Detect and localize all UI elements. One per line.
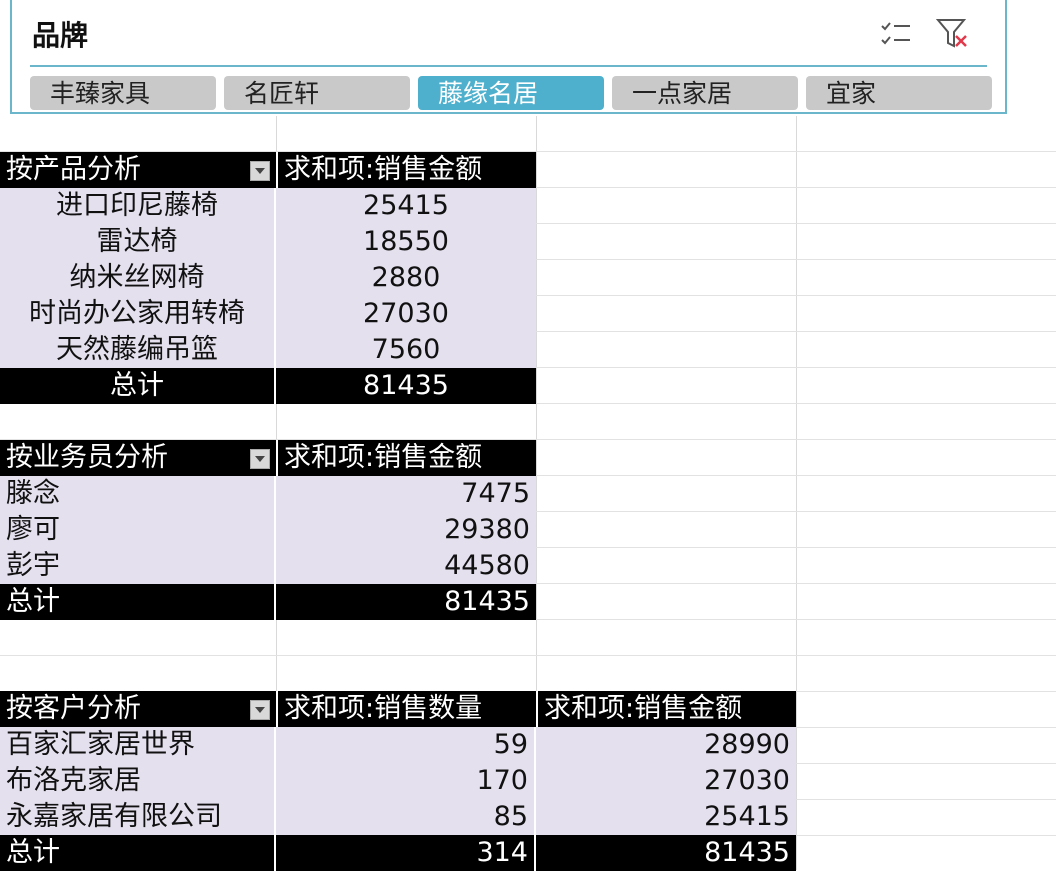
- row-value[interactable]: 28990: [536, 727, 796, 763]
- total-label[interactable]: 总计: [0, 368, 276, 404]
- value-field-header: 求和项:销售金额: [276, 440, 536, 476]
- total-label[interactable]: 总计: [0, 835, 276, 871]
- row-value[interactable]: 27030: [276, 296, 536, 332]
- table-row: 进口印尼藤椅 25415: [0, 188, 536, 224]
- total-value[interactable]: 81435: [536, 835, 796, 871]
- dropdown-arrow-icon[interactable]: [250, 449, 270, 469]
- row-field-header[interactable]: 按客户分析: [0, 691, 276, 727]
- row-field-label: 按业务员分析: [6, 442, 168, 473]
- slicer-item-yijia[interactable]: 宜家: [806, 76, 992, 110]
- row-value[interactable]: 2880: [276, 260, 536, 296]
- row-value[interactable]: 44580: [276, 548, 536, 584]
- clear-filter-icon[interactable]: [934, 16, 970, 52]
- pivot-header-row: 按客户分析 求和项:销售数量 求和项:销售金额: [0, 691, 796, 727]
- total-row: 总计 314 81435: [0, 835, 796, 871]
- multi-select-icon[interactable]: [878, 16, 914, 52]
- row-field-label: 按客户分析: [6, 693, 141, 724]
- slicer-item-fengzhen[interactable]: 丰臻家具: [30, 76, 216, 110]
- row-label[interactable]: 永嘉家居有限公司: [0, 799, 276, 835]
- row-label[interactable]: 彭宇: [0, 548, 276, 584]
- total-qty[interactable]: 314: [276, 835, 536, 871]
- row-label[interactable]: 天然藤编吊篮: [0, 332, 276, 368]
- table-row: 时尚办公家用转椅 27030: [0, 296, 536, 332]
- row-label[interactable]: 百家汇家居世界: [0, 727, 276, 763]
- table-row: 百家汇家居世界 59 28990: [0, 727, 796, 763]
- slicer-separator: [30, 65, 987, 67]
- qty-field-header: 求和项:销售数量: [276, 691, 536, 727]
- row-value[interactable]: 25415: [276, 188, 536, 224]
- row-value[interactable]: 7560: [276, 332, 536, 368]
- total-label[interactable]: 总计: [0, 584, 276, 620]
- row-label[interactable]: 时尚办公家用转椅: [0, 296, 276, 332]
- dropdown-arrow-icon[interactable]: [250, 700, 270, 720]
- row-value[interactable]: 25415: [536, 799, 796, 835]
- slicer-item-mingjiangxuan[interactable]: 名匠轩: [224, 76, 410, 110]
- row-label[interactable]: 进口印尼藤椅: [0, 188, 276, 224]
- row-value[interactable]: 7475: [276, 476, 536, 512]
- table-row: 雷达椅 18550: [0, 224, 536, 260]
- value-field-header: 求和项:销售金额: [536, 691, 796, 727]
- total-row: 总计 81435: [0, 368, 536, 404]
- row-label[interactable]: 滕念: [0, 476, 276, 512]
- row-value[interactable]: 27030: [536, 763, 796, 799]
- total-value[interactable]: 81435: [276, 368, 536, 404]
- total-row: 总计 81435: [0, 584, 536, 620]
- dropdown-arrow-icon[interactable]: [250, 161, 270, 181]
- row-field-header[interactable]: 按业务员分析: [0, 440, 276, 476]
- row-field-label: 按产品分析: [6, 154, 141, 185]
- slicer-title: 品牌: [32, 19, 89, 52]
- row-qty[interactable]: 170: [276, 763, 536, 799]
- table-row: 永嘉家居有限公司 85 25415: [0, 799, 796, 835]
- pivot-header-row: 按业务员分析 求和项:销售金额: [0, 440, 536, 476]
- slicer-item-yidianjiaju[interactable]: 一点家居: [612, 76, 798, 110]
- row-qty[interactable]: 85: [276, 799, 536, 835]
- table-row: 布洛克家居 170 27030: [0, 763, 796, 799]
- pivot-header-row: 按产品分析 求和项:销售金额: [0, 152, 536, 188]
- table-row: 廖可 29380: [0, 512, 536, 548]
- row-value[interactable]: 29380: [276, 512, 536, 548]
- slicer-item-tengyuanmingju[interactable]: 藤缘名居: [418, 76, 604, 110]
- value-field-header: 求和项:销售金额: [276, 152, 536, 188]
- row-label[interactable]: 廖可: [0, 512, 276, 548]
- row-label[interactable]: 布洛克家居: [0, 763, 276, 799]
- table-row: 天然藤编吊篮 7560: [0, 332, 536, 368]
- brand-slicer: 品牌 丰臻家具 名匠轩 藤缘名居 一点家居 宜家: [10, 0, 1007, 114]
- table-row: 彭宇 44580: [0, 548, 536, 584]
- row-label[interactable]: 纳米丝网椅: [0, 260, 276, 296]
- row-value[interactable]: 18550: [276, 224, 536, 260]
- row-qty[interactable]: 59: [276, 727, 536, 763]
- total-value[interactable]: 81435: [276, 584, 536, 620]
- table-row: 纳米丝网椅 2880: [0, 260, 536, 296]
- table-row: 滕念 7475: [0, 476, 536, 512]
- row-field-header[interactable]: 按产品分析: [0, 152, 276, 188]
- row-label[interactable]: 雷达椅: [0, 224, 276, 260]
